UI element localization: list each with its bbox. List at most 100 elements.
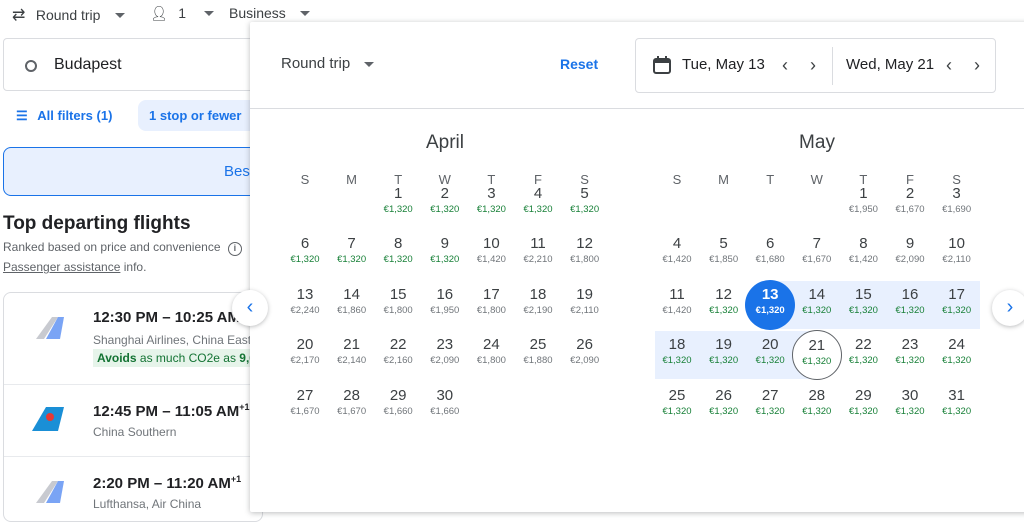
dialog-trip-type-select[interactable]: Round trip xyxy=(281,55,375,72)
day-cell[interactable]: 20 €2,170 xyxy=(280,330,330,380)
day-cell[interactable]: 11 €1,420 xyxy=(652,280,702,330)
day-number: 25 xyxy=(529,336,547,353)
day-price: €2,160 xyxy=(383,355,413,366)
divider xyxy=(250,108,1024,109)
day-cell[interactable]: 30 €1,320 xyxy=(885,381,935,431)
day-number: 9 xyxy=(905,235,915,252)
day-cell[interactable]: 30 €1,660 xyxy=(420,381,470,431)
prev-return-icon[interactable]: ‹ xyxy=(946,55,952,76)
day-cell[interactable]: 9 €2,090 xyxy=(885,229,935,279)
next-return-icon[interactable]: › xyxy=(974,55,980,76)
day-cell[interactable]: 8 €1,420 xyxy=(838,229,888,279)
day-cell[interactable]: 31 €1,320 xyxy=(932,381,982,431)
day-cell[interactable]: 25 €1,320 xyxy=(652,381,702,431)
day-cell[interactable]: 29 €1,660 xyxy=(373,381,423,431)
day-cell[interactable]: 1 €1,320 xyxy=(373,179,423,229)
day-cell[interactable]: 17 €1,320 xyxy=(932,280,982,330)
day-cell[interactable]: 28 €1,670 xyxy=(327,381,377,431)
day-price: €2,240 xyxy=(290,305,320,316)
day-cell[interactable]: 23 €1,320 xyxy=(885,330,935,380)
day-cell[interactable]: 7 €1,670 xyxy=(792,229,842,279)
day-cell[interactable]: 28 €1,320 xyxy=(792,381,842,431)
day-cell[interactable]: 27 €1,320 xyxy=(745,381,795,431)
day-cell[interactable]: 15 €1,800 xyxy=(373,280,423,330)
day-cell[interactable]: 22 €2,160 xyxy=(373,330,423,380)
selected-return-day[interactable]: 21 €1,320 xyxy=(791,330,842,380)
day-price: €1,800 xyxy=(570,254,600,265)
day-price: €1,320 xyxy=(942,305,972,316)
day-cell[interactable]: 3 €1,320 xyxy=(466,179,516,229)
selected-departure-day[interactable]: 13 €1,320 xyxy=(745,280,796,330)
day-cell[interactable]: 8 €1,320 xyxy=(373,229,423,279)
day-cell[interactable]: 2 €1,320 xyxy=(420,179,470,229)
return-date[interactable]: Wed, May 21 xyxy=(846,56,934,73)
passenger-assistance-link[interactable]: Passenger assistance xyxy=(3,260,120,274)
stops-filter-chip[interactable]: 1 stop or fewer xyxy=(138,100,268,131)
day-cell[interactable]: 26 €1,320 xyxy=(699,381,749,431)
day-cell[interactable]: 13 €2,240 xyxy=(280,280,330,330)
day-cell[interactable]: 24 €1,320 xyxy=(932,330,982,380)
tab-best[interactable]: Bes xyxy=(3,147,263,196)
next-month-button[interactable]: › xyxy=(992,290,1024,326)
day-cell[interactable]: 26 €2,090 xyxy=(560,330,610,380)
day-cell[interactable]: 23 €2,090 xyxy=(420,330,470,380)
all-filters-button[interactable]: ☰ All filters (1) xyxy=(5,100,123,131)
cabin-select[interactable]: Business xyxy=(229,5,311,23)
day-cell[interactable]: 22 €1,320 xyxy=(838,330,888,380)
day-cell[interactable]: 6 €1,680 xyxy=(745,229,795,279)
day-number: 10 xyxy=(948,235,965,252)
day-cell[interactable]: 18 €1,320 xyxy=(652,330,702,380)
day-cell[interactable]: 24 €1,800 xyxy=(466,330,516,380)
prev-month-button[interactable]: ‹ xyxy=(232,290,268,326)
flight-row[interactable]: 12:30 PM – 10:25 AM Shanghai Airlines, C… xyxy=(4,293,264,385)
trip-type-select[interactable]: ⇄ Round trip xyxy=(12,5,125,25)
day-cell[interactable]: 19 €2,110 xyxy=(560,280,610,330)
day-price: €1,950 xyxy=(848,204,878,215)
passengers-select[interactable]: 👤︎ 1 xyxy=(150,5,215,23)
day-cell[interactable]: 19 €1,320 xyxy=(699,330,749,380)
departure-date[interactable]: Tue, May 13 xyxy=(682,56,765,73)
day-cell[interactable]: 16 €1,320 xyxy=(885,280,935,330)
day-cell[interactable]: 3 €1,690 xyxy=(932,179,982,229)
day-cell[interactable]: 21 €2,140 xyxy=(327,330,377,380)
day-cell[interactable]: 25 €1,880 xyxy=(513,330,563,380)
day-cell[interactable]: 9 €1,320 xyxy=(420,229,470,279)
day-cell[interactable]: 11 €2,210 xyxy=(513,229,563,279)
day-cell[interactable]: 29 €1,320 xyxy=(838,381,888,431)
day-cell[interactable]: 15 €1,320 xyxy=(838,280,888,330)
day-price: €2,090 xyxy=(895,254,925,265)
info-icon[interactable]: i xyxy=(227,242,242,256)
day-cell[interactable]: 10 €2,110 xyxy=(932,229,982,279)
flight-row[interactable]: 2:20 PM – 11:20 AM+1 Lufthansa, Air Chin… xyxy=(4,457,264,529)
day-cell[interactable]: 27 €1,670 xyxy=(280,381,330,431)
day-price: €1,320 xyxy=(476,204,506,215)
day-cell[interactable]: 2 €1,670 xyxy=(885,179,935,229)
next-departure-icon[interactable]: › xyxy=(810,55,816,76)
day-cell[interactable]: 16 €1,950 xyxy=(420,280,470,330)
results-subtitle: Ranked based on price and convenience xyxy=(3,240,221,254)
day-cell[interactable]: 12 €1,320 xyxy=(699,280,749,330)
day-cell[interactable]: 4 €1,420 xyxy=(652,229,702,279)
day-cell[interactable]: 12 €1,800 xyxy=(560,229,610,279)
day-cell[interactable]: 7 €1,320 xyxy=(327,229,377,279)
flight-row[interactable]: 12:45 PM – 11:05 AM+1 China Southern xyxy=(4,385,264,457)
day-number: 26 xyxy=(715,387,732,404)
day-cell[interactable]: 1 €1,950 xyxy=(838,179,888,229)
day-number: 28 xyxy=(808,387,826,404)
day-cell[interactable]: 18 €2,190 xyxy=(513,280,563,330)
day-cell[interactable]: 4 €1,320 xyxy=(513,179,563,229)
day-cell[interactable]: 5 €1,320 xyxy=(560,179,610,229)
day-cell[interactable]: 17 €1,800 xyxy=(466,280,516,330)
day-cell[interactable]: 5 €1,850 xyxy=(699,229,749,279)
day-price: €2,090 xyxy=(570,355,600,366)
day-cell[interactable]: 6 €1,320 xyxy=(280,229,330,279)
day-cell[interactable]: 14 €1,320 xyxy=(792,280,842,330)
day-cell[interactable]: 14 €1,860 xyxy=(327,280,377,330)
origin-input[interactable]: Budapest xyxy=(3,38,263,91)
day-price: €2,110 xyxy=(570,305,599,316)
reset-button[interactable]: Reset xyxy=(560,56,598,72)
sliders-icon: ☰ xyxy=(16,108,28,123)
day-cell[interactable]: 20 €1,320 xyxy=(745,330,795,380)
day-cell[interactable]: 10 €1,420 xyxy=(466,229,516,279)
prev-departure-icon[interactable]: ‹ xyxy=(782,55,788,76)
